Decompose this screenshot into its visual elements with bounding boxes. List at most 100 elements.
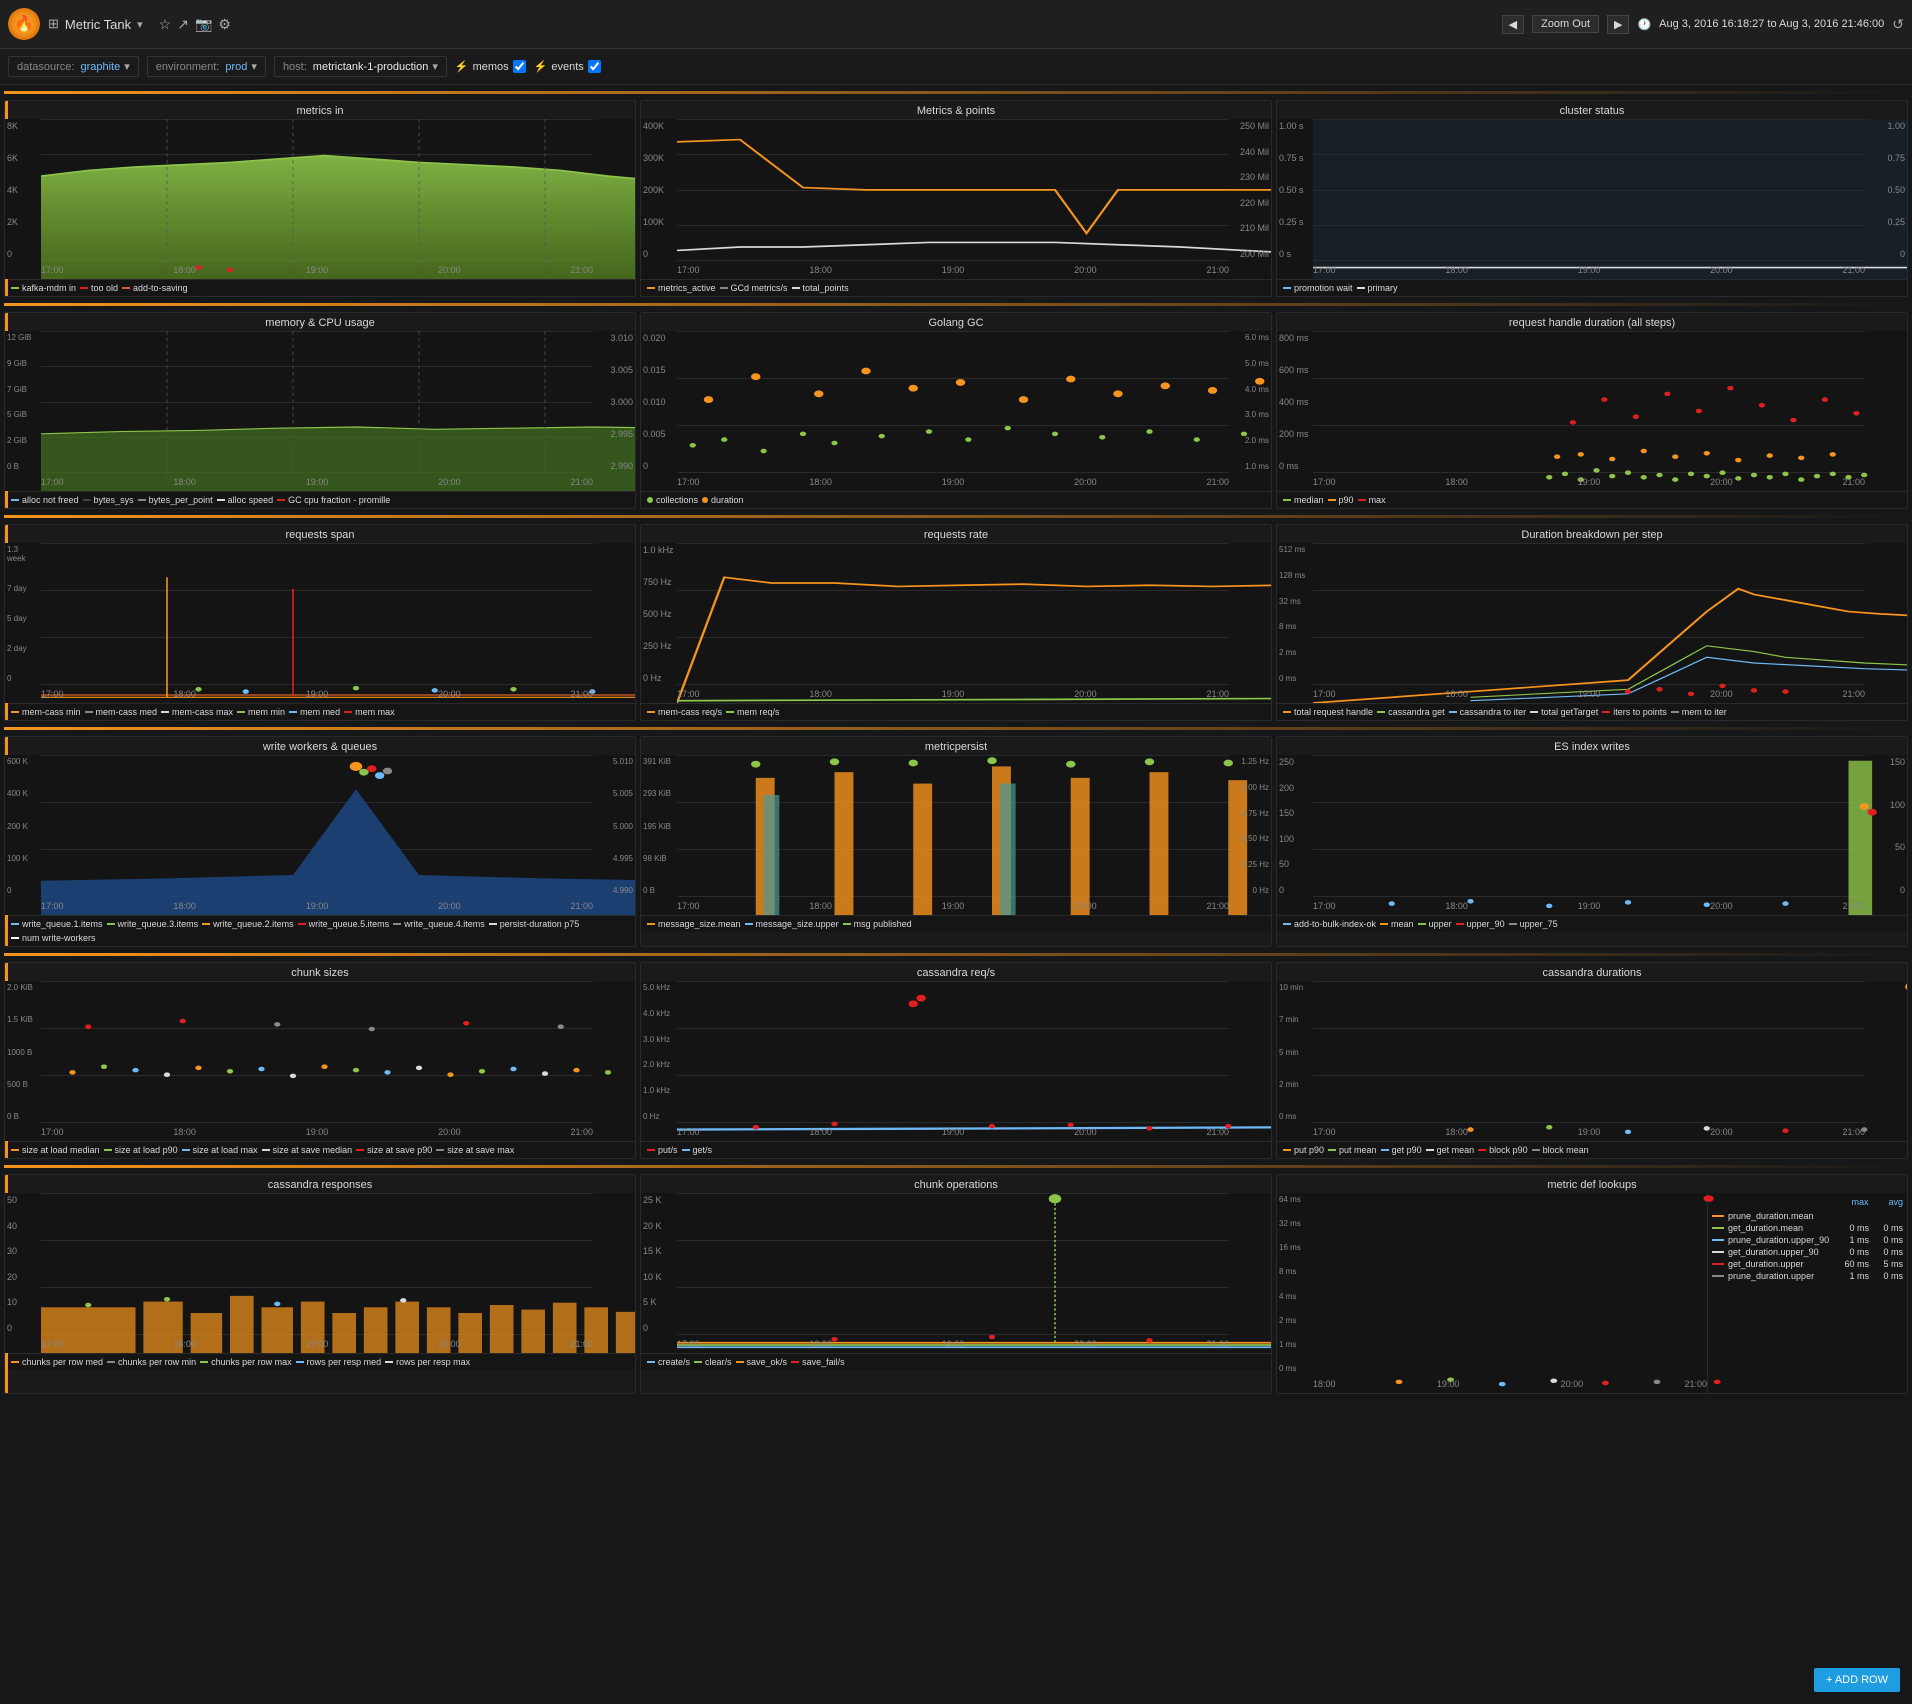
panel-title-cassandra-reqs: cassandra req/s [641, 963, 1271, 981]
chart-chunk-operations: 25 K20 K15 K10 K5 K0 [641, 1193, 1271, 1353]
snapshot-icon[interactable]: 📷 [195, 16, 212, 33]
panel-title-cassandra-responses: cassandra responses [5, 1175, 635, 1193]
clock-icon: 🕐 [1637, 18, 1651, 31]
chart-chunk-sizes: 2.0 KiB1.5 KiB1000 B500 B0 B [5, 981, 635, 1141]
row-divider-2 [4, 303, 1908, 306]
panel-title-cassandra-durations: cassandra durations [1277, 963, 1907, 981]
settings-icon[interactable]: ⚙ [218, 16, 231, 33]
y-labels-memory: 12 GiB9 GiB7 GiB5 GiB2 GiB0 B [5, 331, 41, 473]
chart-svg-cluster [1313, 119, 1908, 279]
legend-metrics-points: metrics_active GCd metrics/s total_point… [641, 279, 1271, 296]
refresh-icon[interactable]: ↺ [1892, 16, 1904, 33]
legend-request: median p90 max [1277, 491, 1907, 508]
panel-title-memory-cpu: memory & CPU usage [5, 313, 635, 331]
panel-title-chunk-operations: chunk operations [641, 1175, 1271, 1193]
chart-svg-chunk-ops [677, 1193, 1272, 1353]
chart-request-handle: 800 ms600 ms400 ms200 ms0 ms [1277, 331, 1907, 491]
y-labels-chunk-ops: 25 K20 K15 K10 K5 K0 [641, 1193, 677, 1335]
x-labels-memory: 17:0018:0019:0020:0021:00 [41, 473, 593, 491]
chart-svg-duration-breakdown [1313, 543, 1908, 703]
memos-toggle[interactable]: ⚡ memos [455, 60, 526, 73]
legend-metrics-in: kafka-mdm in too old add-to-saving [5, 279, 635, 296]
app-title: Metric Tank [65, 17, 131, 32]
x-labels-write: 17:0018:0019:0020:0021:00 [41, 897, 593, 915]
legend-write: write_queue.1.items write_queue.3.items … [5, 915, 635, 946]
y-labels-es: 250200150100500 [1277, 755, 1313, 897]
chart-svg-cassandra-reqs [677, 981, 1272, 1141]
panel-metricpersist: metricpersist 391 KiB293 KiB195 KiB98 Ki… [640, 736, 1272, 947]
host-selector[interactable]: host: metrictank-1-production ▾ [274, 56, 447, 77]
chart-requests-rate: 1.0 kHz750 Hz500 Hz250 Hz0 Hz 17:0018:00… [641, 543, 1271, 703]
memos-checkbox[interactable] [513, 60, 526, 73]
environment-selector[interactable]: environment: prod ▾ [147, 56, 266, 77]
y-labels-left: 8K6K4K2K0 [5, 119, 41, 261]
x-labels-cass-dur: 17:0018:0019:0020:0021:00 [1313, 1123, 1865, 1141]
legend-memory: alloc not freed bytes_sys bytes_per_poin… [5, 491, 635, 508]
x-labels-metric-def: 18:0019:0020:0021:00 [1313, 1375, 1707, 1393]
panel-body-cassandra-responses: 50403020100 [5, 1193, 635, 1353]
y-labels-duration-breakdown: 512 ms128 ms32 ms8 ms2 ms0 ms [1277, 543, 1313, 685]
y-labels-golang: 0.0200.0150.0100.0050 [641, 331, 677, 473]
x-labels-span: 17:0018:0019:0020:0021:00 [41, 685, 593, 703]
chart-svg-request [1313, 331, 1908, 491]
top-bar: 🔥 ⊞ Metric Tank ▾ ☆ ↗ 📷 ⚙ ◀ Zoom Out ▶ 🕐… [0, 0, 1912, 49]
chart-golang-gc: 0.0200.0150.0100.0050 [641, 331, 1271, 491]
panel-body-cassandra-reqs: 5.0 kHz4.0 kHz3.0 kHz2.0 kHz1.0 kHz0 Hz [641, 981, 1271, 1141]
panel-metrics-in: metrics in 8K6K4K2K0 [4, 100, 636, 297]
row-divider-6 [4, 1165, 1908, 1168]
zoom-forward-button[interactable]: ▶ [1607, 15, 1629, 34]
toolbar: datasource: graphite ▾ environment: prod… [0, 49, 1912, 85]
add-row-button[interactable]: + ADD ROW [1814, 1668, 1900, 1692]
legend-es: add-to-bulk-index-ok mean upper upper_90… [1277, 915, 1907, 932]
legend-chunk-ops: create/s clear/s save_ok/s save_fail/s [641, 1353, 1271, 1370]
panel-body-metrics-in: 8K6K4K2K0 [5, 119, 635, 279]
panel-body-write-workers: 600 K400 K200 K100 K0 17:0018:0019:00 [5, 755, 635, 915]
y-labels-metrics-points: 400K300K200K100K0 [641, 119, 677, 261]
legend-span: mem-cass min mem-cass med mem-cass max m… [5, 703, 635, 720]
y-labels-cass-resp: 50403020100 [5, 1193, 41, 1335]
share-icon[interactable]: ↗ [177, 16, 189, 33]
legend-cassandra-reqs: put/s get/s [641, 1141, 1271, 1158]
panel-chunk-sizes: chunk sizes 2.0 KiB1.5 KiB1000 B500 B0 B [4, 962, 636, 1159]
legend-chunk: size at load median size at load p90 siz… [5, 1141, 635, 1158]
zoom-back-button[interactable]: ◀ [1502, 15, 1524, 34]
panel-title-duration-breakdown: Duration breakdown per step [1277, 525, 1907, 543]
x-labels-metrics-in: 17:0018:0019:0020:0021:00 [41, 261, 593, 279]
x-labels-es: 17:0018:0019:0020:0021:00 [1313, 897, 1865, 915]
chart-svg-rate [677, 543, 1272, 703]
panel-cassandra-reqs: cassandra req/s 5.0 kHz4.0 kHz3.0 kHz2.0… [640, 962, 1272, 1159]
chart-svg-metrics-in [41, 119, 636, 279]
y-labels-write: 600 K400 K200 K100 K0 [5, 755, 41, 897]
zoom-out-button[interactable]: Zoom Out [1532, 15, 1599, 33]
panel-cassandra-responses: cassandra responses 50403020100 [4, 1174, 636, 1394]
panel-title-requests-span: requests span [5, 525, 635, 543]
x-labels-2: 17:0018:0019:0020:0021:00 [677, 261, 1229, 279]
chart-svg-metrics-points [677, 119, 1272, 279]
chart-requests-span: 1.3 week7 day5 day2 day0 [5, 543, 635, 703]
chart-metricpersist: 391 KiB293 KiB195 KiB98 KiB0 B [641, 755, 1271, 915]
datasource-selector[interactable]: datasource: graphite ▾ [8, 56, 139, 77]
row-divider-5 [4, 953, 1908, 956]
panel-requests-span: requests span 1.3 week7 day5 day2 day0 [4, 524, 636, 721]
events-toggle[interactable]: ⚡ events [534, 60, 601, 73]
x-labels-cluster: 17:0018:0019:0020:0021:00 [1313, 261, 1865, 279]
panel-title-metrics-points: Metrics & points [641, 101, 1271, 119]
panel-title-golang-gc: Golang GC [641, 313, 1271, 331]
events-checkbox[interactable] [588, 60, 601, 73]
top-bar-right: ◀ Zoom Out ▶ 🕐 Aug 3, 2016 16:18:27 to A… [1502, 15, 1904, 34]
environment-value: prod [225, 61, 247, 73]
chart-svg-chunk [41, 981, 636, 1141]
panel-metric-def-lookups: metric def lookups 64 ms32 ms16 ms8 ms4 … [1276, 1174, 1908, 1394]
legend-duration-breakdown: total request handle cassandra get cassa… [1277, 703, 1907, 720]
star-icon[interactable]: ☆ [159, 16, 172, 33]
y-labels-rate: 1.0 kHz750 Hz500 Hz250 Hz0 Hz [641, 543, 677, 685]
app-logo: 🔥 [8, 8, 40, 40]
chart-memory-cpu: 12 GiB9 GiB7 GiB5 GiB2 GiB0 B 17:0018 [5, 331, 635, 491]
legend-cass-dur: put p90 put mean get p90 get mean block … [1277, 1141, 1907, 1158]
events-lightning-icon: ⚡ [534, 60, 548, 73]
panel-body-cassandra-durations: 10 min7 min5 min2 min0 ms [1277, 981, 1907, 1141]
legend-golang: collections duration [641, 491, 1271, 508]
memos-lightning-icon: ⚡ [455, 60, 469, 73]
title-chevron-icon[interactable]: ▾ [137, 18, 143, 31]
x-labels-metricpersist: 17:0018:0019:0020:0021:00 [677, 897, 1229, 915]
